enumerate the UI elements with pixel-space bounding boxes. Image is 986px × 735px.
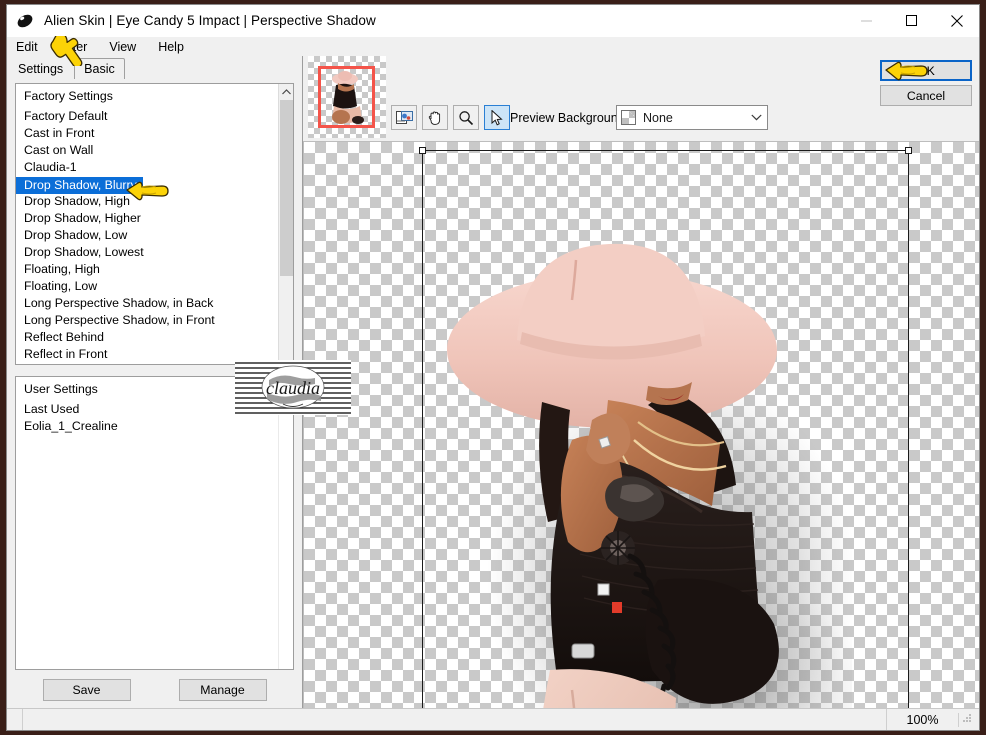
status-cell-left — [7, 708, 23, 730]
list-item-drop-shadow-blurry-wrap: Drop Shadow, Blurry — [16, 176, 293, 194]
tab-panel: Factory Settings Factory Default Cast in… — [7, 79, 302, 708]
factory-settings-rows: Factory Settings Factory Default Cast in… — [16, 84, 293, 364]
list-item-last-used[interactable]: Last Used — [16, 401, 293, 418]
preview-background-select[interactable]: None — [616, 105, 768, 130]
list-item-reflect-behind[interactable]: Reflect Behind — [16, 329, 293, 346]
list-item-floating-low[interactable]: Floating, Low — [16, 278, 293, 295]
tool-buttons — [391, 105, 510, 130]
navigator-thumbnail[interactable] — [308, 56, 386, 138]
window-body: Settings Basic Factory Settings Factory … — [7, 56, 979, 708]
list-item-long-perspective-shadow-in-front[interactable]: Long Perspective Shadow, in Front — [16, 312, 293, 329]
menu-item-filter[interactable]: Filter — [60, 40, 88, 54]
settings-panel: Settings Basic Factory Settings Factory … — [7, 56, 351, 708]
status-bar: 100% — [7, 708, 979, 730]
title-bar: Alien Skin | Eye Candy 5 Impact | Perspe… — [7, 5, 979, 37]
list-item-factory-default[interactable]: Factory Default — [16, 108, 293, 125]
status-cell-message — [23, 708, 887, 730]
alien-skin-icon — [15, 11, 35, 31]
tab-strip: Settings Basic — [7, 56, 302, 79]
ok-button[interactable]: OK — [880, 60, 972, 81]
preview-toolbar: Preview Background: None OK Cancel — [303, 56, 979, 141]
list-item-floating-high[interactable]: Floating, High — [16, 261, 293, 278]
preview-artwork — [447, 243, 852, 708]
list-item-long-perspective-shadow-in-back[interactable]: Long Perspective Shadow, in Back — [16, 295, 293, 312]
list-item-drop-shadow-low[interactable]: Drop Shadow, Low — [16, 227, 293, 244]
menu-item-edit[interactable]: Edit — [16, 40, 38, 54]
scroll-up-icon[interactable] — [279, 84, 293, 99]
scroll-thumb[interactable] — [280, 100, 293, 276]
factory-settings-list[interactable]: Factory Settings Factory Default Cast in… — [15, 83, 294, 365]
list-header-factory-settings: Factory Settings — [24, 89, 113, 103]
menu-bar: Edit Filter View Help — [7, 37, 979, 56]
chevron-down-icon[interactable] — [745, 113, 767, 123]
list-item-drop-shadow-blurry[interactable]: Drop Shadow, Blurry — [16, 177, 143, 194]
user-settings-rows: User Settings Last Used Eolia_1_Crealine — [16, 377, 293, 669]
tab-settings[interactable]: Settings — [9, 60, 73, 79]
navigator-viewport-rect[interactable] — [318, 66, 375, 128]
list-header-user-settings: User Settings — [24, 382, 98, 396]
list-item-drop-shadow-higher[interactable]: Drop Shadow, Higher — [16, 210, 293, 227]
window-title: Alien Skin | Eye Candy 5 Impact | Perspe… — [44, 13, 376, 28]
list-item-cast-on-wall[interactable]: Cast on Wall — [16, 142, 293, 159]
zoom-magnifier-icon[interactable] — [453, 105, 479, 130]
hand-pan-icon[interactable] — [422, 105, 448, 130]
menu-item-view[interactable]: View — [109, 40, 136, 54]
tab-basic[interactable]: Basic — [74, 58, 125, 79]
arrow-select-icon[interactable] — [484, 105, 510, 130]
menu-item-help[interactable]: Help — [158, 40, 184, 54]
application-window: Alien Skin | Eye Candy 5 Impact | Perspe… — [6, 4, 980, 731]
scroll-thumb[interactable] — [280, 378, 293, 408]
preview-canvas[interactable] — [303, 141, 979, 708]
window-controls — [844, 5, 979, 36]
preset-action-buttons: Save Manage — [15, 670, 294, 708]
factory-list-scrollbar[interactable] — [278, 84, 293, 364]
dialog-buttons: OK Cancel — [880, 60, 972, 106]
list-item-drop-shadow-high[interactable]: Drop Shadow, High — [16, 193, 293, 210]
zoom-level: 100% — [887, 712, 959, 727]
save-button[interactable]: Save — [42, 678, 131, 701]
preview-panel: Preview Background: None OK Cancel — [303, 56, 979, 708]
checkerboard-swatch-icon — [621, 110, 636, 125]
list-item-drop-shadow-lowest[interactable]: Drop Shadow, Lowest — [16, 244, 293, 261]
close-button[interactable] — [934, 5, 979, 36]
list-item-reflect-in-front[interactable]: Reflect in Front — [16, 346, 293, 363]
preview-background-value: None — [643, 110, 673, 125]
list-item-claudia-1[interactable]: Claudia-1 — [16, 159, 293, 176]
cancel-button[interactable]: Cancel — [880, 85, 972, 106]
preview-split-icon[interactable] — [391, 105, 417, 130]
maximize-button[interactable] — [889, 5, 934, 36]
minimize-button[interactable] — [844, 5, 889, 36]
user-settings-list[interactable]: User Settings Last Used Eolia_1_Crealine — [15, 376, 294, 670]
list-item-eolia-1-crealine[interactable]: Eolia_1_Crealine — [16, 418, 293, 435]
list-item-cast-in-front[interactable]: Cast in Front — [16, 125, 293, 142]
resize-grip[interactable] — [959, 710, 979, 729]
user-list-scrollbar[interactable] — [278, 377, 293, 669]
manage-button[interactable]: Manage — [178, 678, 267, 701]
preview-background-label: Preview Background: — [510, 111, 629, 125]
